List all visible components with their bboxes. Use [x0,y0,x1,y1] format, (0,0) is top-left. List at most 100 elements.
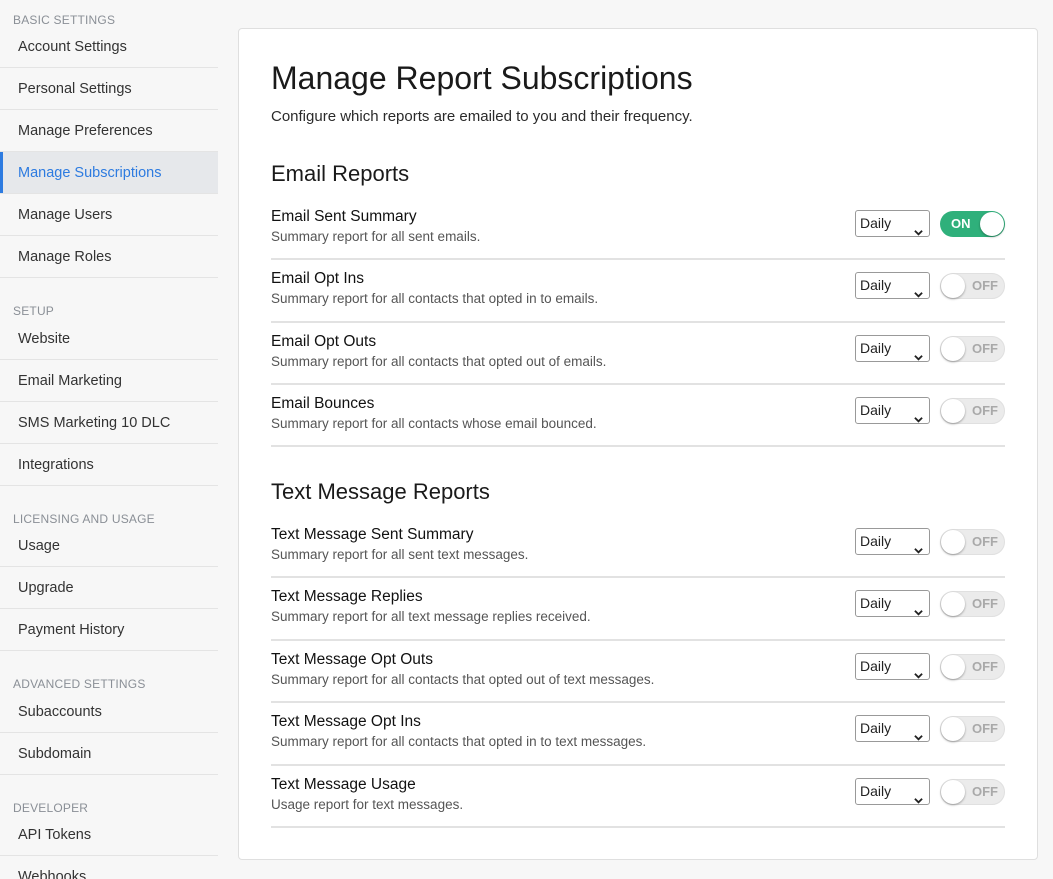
toggle-knob [941,274,965,298]
report-description: Summary report for all sent text message… [271,547,529,562]
toggle-knob [980,212,1004,236]
report-subscriptions-panel: Manage Report Subscriptions Configure wh… [238,28,1038,860]
sidebar-section-heading-licensing-and-usage: LICENSING AND USAGE [13,512,155,526]
sidebar-item-api-tokens[interactable]: API Tokens [0,814,218,856]
subscription-toggle[interactable]: OFF [940,716,1005,742]
frequency-selected-value: Daily [860,215,892,231]
frequency-select[interactable]: Daily [855,590,930,617]
toggle-knob [941,655,965,679]
sidebar-section-heading-basic-settings: BASIC SETTINGS [13,13,116,27]
report-row-text-message-opt-outs: Text Message Opt Outs Summary report for … [271,651,1005,703]
sidebar-item-payment-history[interactable]: Payment History [0,609,218,651]
report-name: Text Message Opt Ins [271,713,421,730]
sidebar-item-manage-roles[interactable]: Manage Roles [0,236,218,278]
report-description: Usage report for text messages. [271,797,464,812]
toggle-knob [941,592,965,616]
sidebar-item-manage-users[interactable]: Manage Users [0,194,218,236]
report-description: Summary report for all contacts that opt… [271,291,599,306]
report-row-email-bounces: Email Bounces Summary report for all cont… [271,395,1005,447]
sidebar-section-heading-developer: DEVELOPER [13,801,89,815]
sidebar-item-webhooks[interactable]: Webhooks [0,856,218,879]
toggle-knob [941,780,965,804]
sidebar-item-subaccounts[interactable]: Subaccounts [0,691,218,733]
sidebar-item-personal-settings[interactable]: Personal Settings [0,68,218,110]
subscription-toggle[interactable]: OFF [940,779,1005,805]
report-description: Summary report for all contacts whose em… [271,416,597,431]
frequency-select[interactable]: Daily [855,715,930,742]
report-description: Summary report for all contacts that opt… [271,354,607,369]
frequency-select[interactable]: Daily [855,778,930,805]
toggle-knob [941,399,965,423]
report-name: Email Bounces [271,395,375,412]
toggle-knob [941,530,965,554]
toggle-label: OFF [972,278,998,293]
subscription-toggle[interactable]: OFF [940,336,1005,362]
report-name: Email Opt Ins [271,270,365,287]
frequency-select[interactable]: Daily [855,397,930,424]
report-row-text-message-replies: Text Message Replies Summary report for a… [271,588,1005,641]
subscription-toggle[interactable]: OFF [940,591,1005,617]
chevron-down-icon [914,600,923,616]
chevron-down-icon [914,407,923,423]
frequency-select[interactable]: Daily [855,335,930,362]
sidebar-item-sms-marketing-10-dlc[interactable]: SMS Marketing 10 DLC [0,402,218,444]
sidebar-item-website[interactable]: Website [0,318,218,360]
sidebar-item-upgrade[interactable]: Upgrade [0,567,218,609]
toggle-label: OFF [972,341,998,356]
report-row-email-sent-summary: Email Sent Summary Summary report for all… [271,208,1005,260]
frequency-select[interactable]: Daily [855,653,930,680]
subscription-toggle[interactable]: ON [940,211,1005,237]
toggle-label: OFF [972,659,998,674]
report-row-text-message-opt-ins: Text Message Opt Ins Summary report for a… [271,713,1005,766]
toggle-knob [941,717,965,741]
report-description: Summary report for all contacts that opt… [271,672,655,687]
chevron-down-icon [914,282,923,298]
toggle-label: ON [951,216,971,231]
subscription-toggle[interactable]: OFF [940,654,1005,680]
report-row-email-opt-ins: Email Opt Ins Summary report for all cont… [271,270,1005,323]
report-row-email-opt-outs: Email Opt Outs Summary report for all con… [271,333,1005,385]
sidebar-item-manage-subscriptions[interactable]: Manage Subscriptions [0,152,218,194]
subscription-toggle[interactable]: OFF [940,398,1005,424]
frequency-selected-value: Daily [860,658,892,674]
chevron-down-icon [914,345,923,361]
sidebar-item-account-settings[interactable]: Account Settings [0,26,218,68]
report-name: Text Message Usage [271,776,416,793]
toggle-label: OFF [972,534,998,549]
sidebar-item-integrations[interactable]: Integrations [0,444,218,486]
report-name: Email Sent Summary [271,208,417,225]
subscription-toggle[interactable]: OFF [940,529,1005,555]
frequency-selected-value: Daily [860,402,892,418]
frequency-select[interactable]: Daily [855,210,930,237]
sidebar-item-email-marketing[interactable]: Email Marketing [0,360,218,402]
sidebar-item-usage[interactable]: Usage [0,525,218,567]
toggle-label: OFF [972,403,998,418]
report-name: Text Message Replies [271,588,423,605]
frequency-selected-value: Daily [860,533,892,549]
frequency-select[interactable]: Daily [855,272,930,299]
frequency-selected-value: Daily [860,720,892,736]
chevron-down-icon [914,220,923,236]
chevron-down-icon [914,725,923,741]
page-title: Manage Report Subscriptions [271,60,693,96]
report-row-text-message-sent-summary: Text Message Sent Summary Summary report … [271,526,1005,578]
frequency-selected-value: Daily [860,783,892,799]
subscription-toggle[interactable]: OFF [940,273,1005,299]
report-name: Email Opt Outs [271,333,377,350]
sidebar-section-heading-advanced-settings: ADVANCED SETTINGS [13,677,146,691]
chevron-down-icon [914,663,923,679]
frequency-select[interactable]: Daily [855,528,930,555]
page-subtitle: Configure which reports are emailed to y… [271,108,693,125]
toggle-label: OFF [972,596,998,611]
sidebar-item-manage-preferences[interactable]: Manage Preferences [0,110,218,152]
frequency-selected-value: Daily [860,595,892,611]
sidebar-item-subdomain[interactable]: Subdomain [0,733,218,775]
frequency-selected-value: Daily [860,277,892,293]
report-row-text-message-usage: Text Message Usage Usage report for text … [271,776,1005,828]
report-name: Text Message Sent Summary [271,526,474,543]
report-name: Text Message Opt Outs [271,651,433,668]
sidebar-section-heading-setup: SETUP [13,304,55,318]
report-description: Summary report for all contacts that opt… [271,734,647,749]
report-description: Summary report for all sent emails. [271,229,481,244]
toggle-label: OFF [972,721,998,736]
